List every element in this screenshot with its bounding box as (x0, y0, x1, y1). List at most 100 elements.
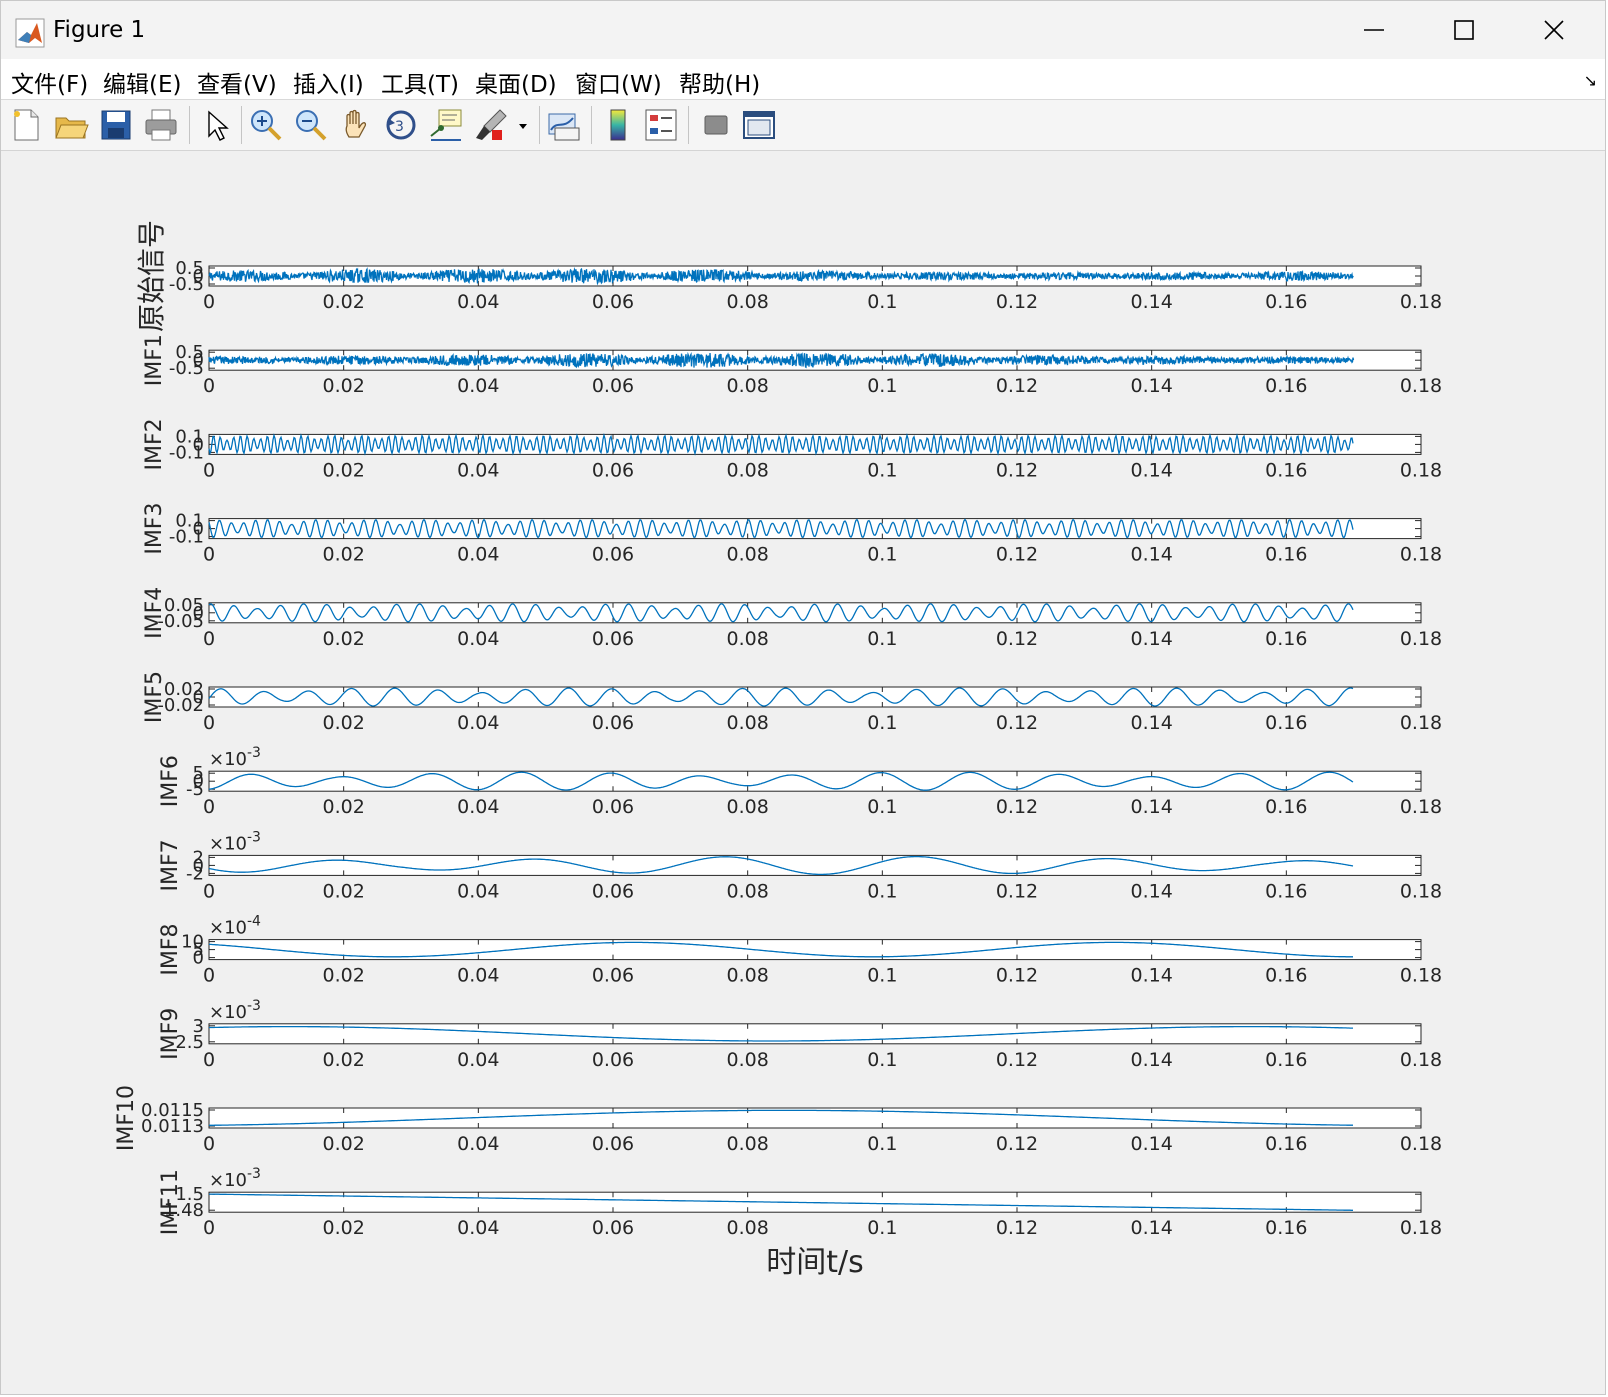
x-tick-label: 0.04 (457, 880, 499, 902)
x-tick-label: 0.06 (592, 375, 634, 397)
x-tick-label: 0.04 (457, 1049, 499, 1071)
menu-desktop[interactable]: 桌面(D) (475, 65, 557, 99)
x-tick-label: 0.18 (1400, 291, 1442, 313)
menu-help[interactable]: 帮助(H) (679, 65, 760, 99)
data-cursor-icon[interactable] (427, 106, 465, 144)
x-tick-label: 0 (203, 1133, 215, 1155)
x-tick-label: 0.04 (457, 1217, 499, 1239)
open-file-icon[interactable] (52, 106, 90, 144)
menu-edit[interactable]: 编辑(E) (103, 65, 181, 99)
y-axis-label: IMF6 (158, 755, 183, 807)
edit-plot-arrow-icon[interactable] (197, 106, 235, 144)
print-icon[interactable] (142, 106, 180, 144)
x-tick-label: 0.12 (996, 628, 1038, 650)
brush-icon[interactable] (472, 106, 510, 144)
x-tick-label: 0.08 (727, 965, 769, 987)
subplot-imf8[interactable]: 0 0.02 0.04 0.06 0.08 0.1 0.12 0.14 0.16 0.181050… (158, 914, 1442, 987)
x-tick-label: 0.16 (1265, 1133, 1307, 1155)
x-tick-label: 0.08 (727, 544, 769, 566)
window-title: Figure 1 (53, 17, 146, 43)
y-axis-label: IMF8 (158, 924, 183, 976)
x-tick-label: 0.18 (1400, 1049, 1442, 1071)
subplot-imf7[interactable]: 0 0.02 0.04 0.06 0.08 0.1 0.12 0.14 0.16 0.1820-2… (158, 829, 1442, 902)
subplot-imf5[interactable]: 0 0.02 0.04 0.06 0.08 0.1 0.12 0.14 0.16 0.180.02… (142, 671, 1442, 734)
x-tick-label: 0.16 (1265, 291, 1307, 313)
link-plot-icon[interactable] (545, 106, 583, 144)
maximize-button[interactable] (1419, 1, 1509, 59)
subplot-imf1[interactable]: 0 0.02 0.04 0.06 0.08 0.1 0.12 0.14 0.16 0.180.50… (142, 334, 1442, 397)
brush-dropdown-icon[interactable] (513, 106, 533, 144)
x-tick-label: 0.12 (996, 965, 1038, 987)
x-tick-label: 0.14 (1131, 459, 1173, 481)
subplot-imf3[interactable]: 0 0.02 0.04 0.06 0.08 0.1 0.12 0.14 0.16 0.180.10… (142, 503, 1442, 566)
x-tick-label: 0.14 (1131, 375, 1173, 397)
x-tick-label: 0.16 (1265, 1217, 1307, 1239)
x-tick-label: 0.06 (592, 1217, 634, 1239)
x-tick-label: 0.06 (592, 459, 634, 481)
subplot-imf9[interactable]: 0 0.02 0.04 0.06 0.08 0.1 0.12 0.14 0.16 0.1832.5… (158, 998, 1442, 1071)
x-tick-label: 0.02 (323, 459, 365, 481)
x-tick-label: 0.12 (996, 1133, 1038, 1155)
subplot-imf11[interactable]: 0 0.02 0.04 0.06 0.08 0.1 0.12 0.14 0.16 0.181.51… (158, 1166, 1442, 1239)
legend-icon[interactable] (642, 106, 680, 144)
x-tick-label: 0.14 (1131, 712, 1173, 734)
subplot-imf6[interactable]: 0 0.02 0.04 0.06 0.08 0.1 0.12 0.14 0.16 0.1850-5… (158, 745, 1442, 818)
x-tick-label: 0 (203, 1217, 215, 1239)
x-tick-label: 0.04 (457, 965, 499, 987)
x-tick-label: 0.16 (1265, 796, 1307, 818)
x-tick-label: 0.16 (1265, 1049, 1307, 1071)
x-tick-label: 0.16 (1265, 965, 1307, 987)
hide-plot-tools-icon[interactable] (697, 106, 735, 144)
x-tick-label: 0.16 (1265, 628, 1307, 650)
x-tick-label: 0.08 (727, 712, 769, 734)
x-tick-label: 0.04 (457, 459, 499, 481)
y-axis-label: IMF5 (142, 671, 167, 723)
close-button[interactable] (1509, 1, 1599, 59)
dock-arrow-icon[interactable]: ↘ (1584, 71, 1597, 90)
x-tick-label: 0.08 (727, 375, 769, 397)
x-tick-label: 0 (203, 375, 215, 397)
y-exponent-label: ×10-3 (209, 829, 261, 854)
save-icon[interactable] (97, 106, 135, 144)
y-axis-label: IMF4 (142, 587, 167, 639)
menu-tools[interactable]: 工具(T) (381, 65, 459, 99)
subplot-原始信号[interactable]: 0 0.02 0.04 0.06 0.08 0.1 0.12 0.14 0.16 0.180.50… (135, 220, 1442, 332)
x-tick-label: 0.04 (457, 544, 499, 566)
imf-decomposition-plot[interactable]: 0 0.02 0.04 0.06 0.08 0.1 0.12 0.14 0.16 0.180.50… (3, 152, 1603, 1392)
x-tick-label: 0.16 (1265, 459, 1307, 481)
x-tick-label: 0.04 (457, 628, 499, 650)
x-tick-label: 0.14 (1131, 965, 1173, 987)
minimize-button[interactable] (1329, 1, 1419, 59)
menu-window[interactable]: 窗口(W) (575, 65, 662, 99)
zoom-out-icon[interactable] (292, 106, 330, 144)
y-tick-label: -0.5 (169, 358, 204, 379)
y-tick-label: -5 (186, 779, 204, 800)
x-tick-label: 0 (203, 544, 215, 566)
figure-canvas[interactable]: 0 0.02 0.04 0.06 0.08 0.1 0.12 0.14 0.16 0.18 0.5 0… (3, 152, 1603, 1392)
x-tick-label: 0.1 (867, 291, 897, 313)
colorbar-icon[interactable] (599, 106, 637, 144)
x-tick-label: 0.14 (1131, 796, 1173, 818)
x-tick-label: 0.1 (867, 1217, 897, 1239)
minimize-icon (1364, 29, 1384, 31)
x-tick-label: 0.14 (1131, 1133, 1173, 1155)
zoom-in-icon[interactable] (247, 106, 285, 144)
x-tick-label: 0.14 (1131, 628, 1173, 650)
subplot-imf2[interactable]: 0 0.02 0.04 0.06 0.08 0.1 0.12 0.14 0.16 0.180.10… (142, 418, 1442, 481)
pan-hand-icon[interactable] (337, 106, 375, 144)
x-tick-label: 0.16 (1265, 544, 1307, 566)
subplot-imf4[interactable]: 0 0.02 0.04 0.06 0.08 0.1 0.12 0.14 0.16 0.180.05… (142, 587, 1442, 650)
x-tick-label: 0.18 (1400, 459, 1442, 481)
menu-insert[interactable]: 插入(I) (293, 65, 364, 99)
x-tick-label: 0.14 (1131, 880, 1173, 902)
x-tick-label: 0.06 (592, 712, 634, 734)
y-axis-label: IMF3 (142, 503, 167, 555)
menu-file[interactable]: 文件(F) (11, 65, 88, 99)
subplot-imf10[interactable]: 0 0.02 0.04 0.06 0.08 0.1 0.12 0.14 0.16 0.18 0.01… (114, 1085, 1442, 1155)
new-figure-icon[interactable] (7, 106, 45, 144)
show-plot-tools-icon[interactable] (740, 106, 778, 144)
y-tick-label: 0.0113 (141, 1116, 204, 1137)
x-tick-label: 0.02 (323, 1049, 365, 1071)
menu-view[interactable]: 查看(V) (197, 65, 277, 99)
rotate-3d-icon[interactable]: 3 (382, 106, 420, 144)
